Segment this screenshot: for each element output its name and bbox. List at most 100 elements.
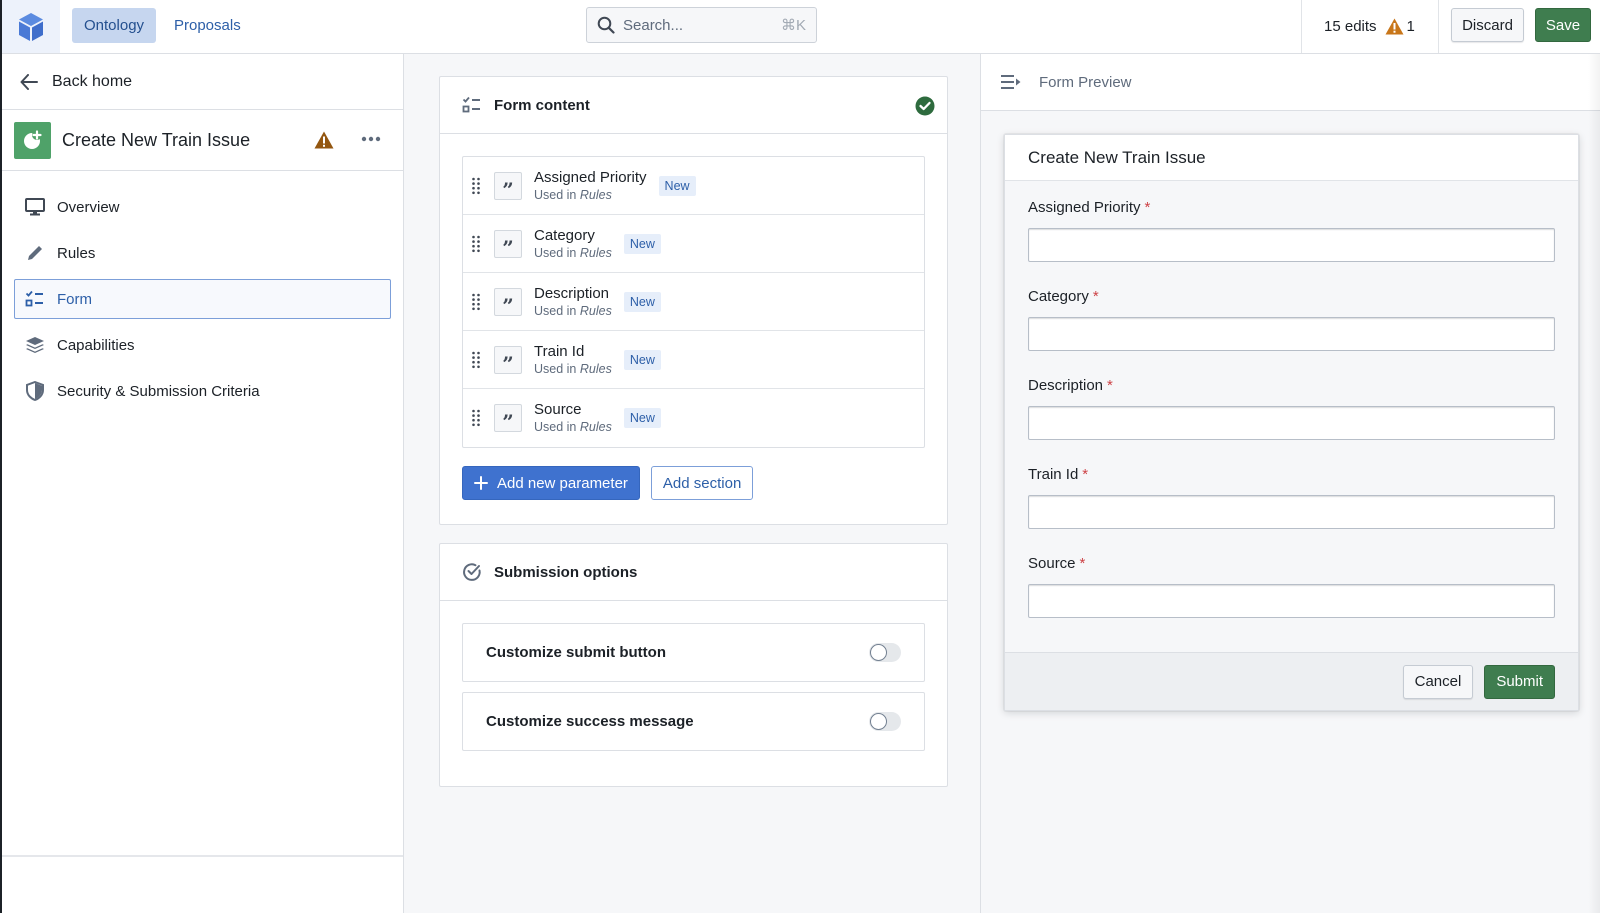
sidebar-nav: Overview Rules Form Capabilities Securit… [2, 171, 403, 411]
string-type-icon: ” [494, 287, 522, 316]
string-type-icon: ” [494, 404, 522, 432]
warning-count: 1 [1406, 18, 1415, 35]
parameter-row[interactable]: ” Train Id Used in Rules New [463, 331, 924, 389]
field-label: Category * [1028, 288, 1099, 305]
parameter-usage: Used in Rules [534, 187, 612, 202]
parameter-row[interactable]: ” Source Used in Rules New [463, 389, 924, 447]
create-object-icon [23, 130, 42, 149]
new-tag: New [623, 408, 661, 428]
more-options-icon[interactable] [360, 128, 382, 150]
new-tag: New [623, 349, 661, 370]
field-label: Source * [1028, 555, 1086, 572]
field-label: Train Id * [1028, 466, 1089, 483]
layers-icon [26, 337, 44, 353]
search-shortcut: ⌘K [780, 17, 806, 34]
back-home-link[interactable]: Back home [2, 54, 403, 110]
drag-handle-icon[interactable] [471, 351, 481, 369]
customize-success-message-toggle[interactable] [869, 712, 901, 731]
add-new-parameter-label: Add new parameter [497, 474, 628, 492]
app-logo[interactable] [2, 0, 60, 53]
parameter-name: Train Id [534, 342, 585, 360]
train-id-input[interactable] [1028, 495, 1555, 529]
edits-count: 15 edits [1324, 18, 1377, 35]
preview-list-icon [1001, 75, 1021, 89]
parameter-usage: Used in Rules [534, 361, 612, 376]
form-checklist-icon [25, 290, 43, 307]
tab-proposals[interactable]: Proposals [162, 8, 253, 43]
form-content-card: Form content ” Assigned Priority Used in… [439, 76, 948, 525]
discard-button[interactable]: Discard [1451, 8, 1524, 42]
save-button[interactable]: Save [1535, 8, 1591, 42]
parameter-usage: Used in Rules [534, 303, 612, 318]
search-input[interactable]: Search... ⌘K [586, 7, 817, 43]
sidebar-item-security[interactable]: Security & Submission Criteria [14, 371, 391, 411]
sidebar-item-rules[interactable]: Rules [14, 233, 391, 273]
string-type-icon: ” [494, 229, 522, 258]
cube-icon [19, 12, 43, 41]
parameter-list: ” Assigned Priority Used in Rules New ” … [462, 156, 925, 448]
edits-indicator[interactable]: 15 edits 1 [1324, 0, 1415, 53]
submit-button[interactable]: Submit [1484, 664, 1555, 699]
parameter-name: Category [534, 226, 595, 244]
new-tag: New [623, 291, 661, 312]
dialog-title: Create New Train Issue [1005, 135, 1578, 181]
tab-ontology[interactable]: Ontology [72, 8, 157, 43]
new-tag: New [623, 233, 661, 254]
cancel-button[interactable]: Cancel [1402, 664, 1474, 699]
parameter-name: Source [534, 401, 582, 418]
plus-icon [474, 476, 488, 490]
description-input[interactable] [1028, 406, 1555, 440]
form-content-actions: Add new parameter Add section [462, 466, 925, 500]
customize-submit-button-toggle[interactable] [869, 643, 901, 662]
field-label: Description * [1028, 377, 1113, 394]
category-input[interactable] [1028, 317, 1555, 351]
add-new-parameter-button[interactable]: Add new parameter [462, 466, 640, 500]
form-checklist-icon [462, 96, 480, 113]
action-title: Create New Train Issue [62, 129, 251, 150]
check-circle-icon [915, 96, 935, 116]
drag-handle-icon[interactable] [471, 409, 481, 427]
submission-options-header: Submission options [440, 544, 947, 601]
monitor-icon [25, 198, 45, 216]
top-bar: Ontology Proposals Search... ⌘K 15 edits… [2, 0, 1600, 54]
parameter-usage: Used in Rules [534, 245, 612, 260]
action-header: Create New Train Issue [2, 110, 403, 171]
parameter-row[interactable]: ” Assigned Priority Used in Rules New [463, 157, 924, 215]
string-type-icon: ” [494, 171, 522, 200]
sidebar-item-form[interactable]: Form [14, 279, 391, 319]
drag-handle-icon[interactable] [471, 293, 481, 311]
new-tag: New [658, 175, 696, 196]
form-preview-panel: Form Preview Create New Train Issue Assi… [980, 54, 1600, 913]
parameter-row[interactable]: ” Description Used in Rules New [463, 273, 924, 331]
drag-handle-icon[interactable] [471, 235, 481, 253]
assigned-priority-input[interactable] [1028, 228, 1555, 262]
field-label: Assigned Priority * [1028, 199, 1151, 216]
search-placeholder: Search... [623, 16, 684, 34]
sidebar-item-capabilities[interactable]: Capabilities [14, 325, 391, 365]
divider [1438, 0, 1439, 53]
parameter-usage: Used in Rules [534, 420, 612, 434]
preview-dialog: Create New Train Issue Assigned Priority… [1004, 134, 1579, 711]
sidebar-item-label: Capabilities [57, 336, 135, 354]
back-home-label: Back home [52, 72, 133, 90]
parameter-name: Description [534, 284, 610, 302]
warning-icon [1385, 18, 1404, 35]
search-icon [597, 16, 615, 34]
customize-submit-button-option: Customize submit button [462, 623, 925, 682]
submission-options-title: Submission options [494, 563, 638, 581]
option-label: Customize success message [486, 713, 694, 730]
sidebar-item-overview[interactable]: Overview [14, 187, 391, 227]
form-content-title: Form content [494, 96, 590, 114]
dialog-body: Assigned Priority * Category * Description… [1005, 181, 1578, 652]
drag-handle-icon[interactable] [471, 177, 481, 195]
scroll-shadow [1588, 54, 1600, 913]
warning-icon[interactable] [314, 131, 334, 149]
parameter-row[interactable]: ” Category Used in Rules New [463, 215, 924, 273]
sidebar-item-label: Rules [57, 244, 96, 262]
add-section-button[interactable]: Add section [650, 466, 754, 500]
pencil-icon [28, 246, 42, 260]
source-input[interactable] [1028, 584, 1555, 618]
form-content-header: Form content [440, 77, 947, 134]
dialog-footer: Cancel Submit [1005, 652, 1578, 710]
sidebar-footer-divider [2, 855, 403, 857]
